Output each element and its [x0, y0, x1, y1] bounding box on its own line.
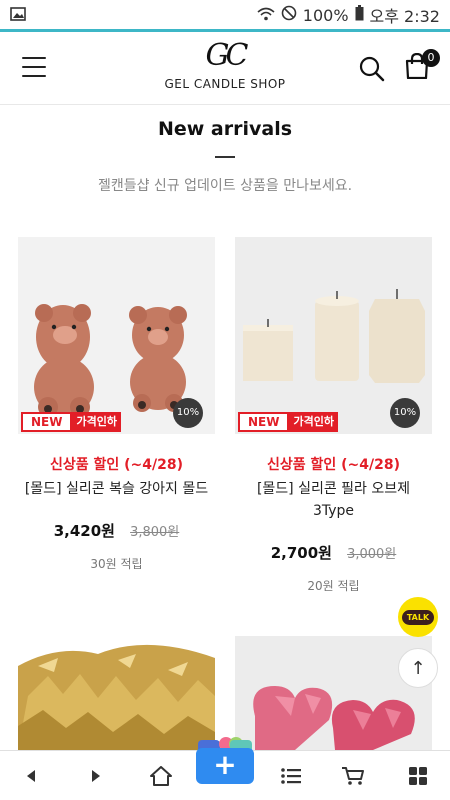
- scroll-top-button[interactable]: ↑: [398, 648, 438, 688]
- back-arrow-icon[interactable]: [18, 763, 44, 789]
- status-bar: 100% 오후 2:32: [0, 0, 450, 32]
- sale-price: 2,700원: [270, 544, 332, 562]
- cart-icon[interactable]: [340, 763, 366, 789]
- product-image-gold-flakes[interactable]: [18, 636, 215, 750]
- quick-add-button[interactable]: +: [196, 737, 254, 784]
- plus-icon: +: [196, 748, 254, 784]
- shopping-bag-button[interactable]: 0: [404, 49, 440, 83]
- price-cut-badge: 가격인하: [72, 412, 121, 432]
- reward-points: 30원 적립: [90, 557, 143, 571]
- list-icon[interactable]: [278, 763, 304, 789]
- battery-icon: [355, 5, 364, 25]
- price-row: 3,420원 3,800원: [18, 520, 215, 541]
- promo-label: 신상품 할인 (~4/28): [49, 457, 183, 473]
- new-badge: NEW: [21, 412, 73, 432]
- status-accent-line: [0, 29, 450, 32]
- home-icon[interactable]: [148, 763, 174, 789]
- section-subtitle: 젤캔들샵 신규 업데이트 상품을 만나보세요.: [97, 178, 353, 194]
- product-card[interactable]: NEW 가격인하 10% 신상품 할인 (~4/28) [몰드] 실리콘 필라 …: [235, 237, 432, 594]
- wifi-icon: [257, 6, 275, 25]
- product-card[interactable]: NEW 가격인하 10% 신상품 할인 (~4/28) [몰드] 실리콘 복슬 …: [18, 237, 215, 572]
- reward-points: 20원 적립: [307, 579, 360, 593]
- arrow-up-icon: ↑: [410, 657, 426, 679]
- price-row: 2,700원 3,000원: [235, 542, 432, 563]
- product-image-heart-candles[interactable]: [235, 636, 432, 750]
- clock: 오후 2:32: [369, 7, 440, 26]
- cart-count-badge: 0: [422, 49, 440, 67]
- product-name[interactable]: [몰드] 실리콘 복슬 강아지 몰드: [18, 478, 215, 500]
- search-icon[interactable]: [358, 55, 386, 83]
- discount-badge: 10%: [390, 398, 420, 428]
- price-cut-badge: 가격인하: [289, 412, 338, 432]
- forward-arrow-icon[interactable]: [83, 763, 109, 789]
- battery-percent: 100%: [302, 5, 349, 25]
- original-price: 3,800원: [130, 525, 180, 540]
- original-price: 3,000원: [347, 547, 397, 562]
- kakao-talk-button[interactable]: TALK: [398, 597, 438, 637]
- new-price-cut-badge: NEW 가격인하: [238, 412, 338, 432]
- section-divider: [215, 156, 235, 158]
- no-sign-icon: [281, 5, 297, 25]
- sale-price: 3,420원: [53, 522, 115, 540]
- product-image-teddy-bear-molds[interactable]: NEW 가격인하 10%: [18, 237, 215, 434]
- talk-label: TALK: [401, 609, 435, 625]
- grid-menu-icon[interactable]: [405, 763, 431, 789]
- section-title: New arrivals: [157, 118, 293, 140]
- site-header: GC GEL CANDLE SHOP 0: [0, 33, 450, 105]
- promo-label: 신상품 할인 (~4/28): [266, 457, 400, 473]
- discount-badge: 10%: [173, 398, 203, 428]
- gallery-icon: [10, 6, 26, 25]
- new-price-cut-badge: NEW 가격인하: [21, 412, 121, 432]
- new-badge: NEW: [238, 412, 290, 432]
- product-name[interactable]: [몰드] 실리콘 필라 오브제 3Type: [235, 478, 432, 522]
- product-image-pillar-candles[interactable]: NEW 가격인하 10%: [235, 237, 432, 434]
